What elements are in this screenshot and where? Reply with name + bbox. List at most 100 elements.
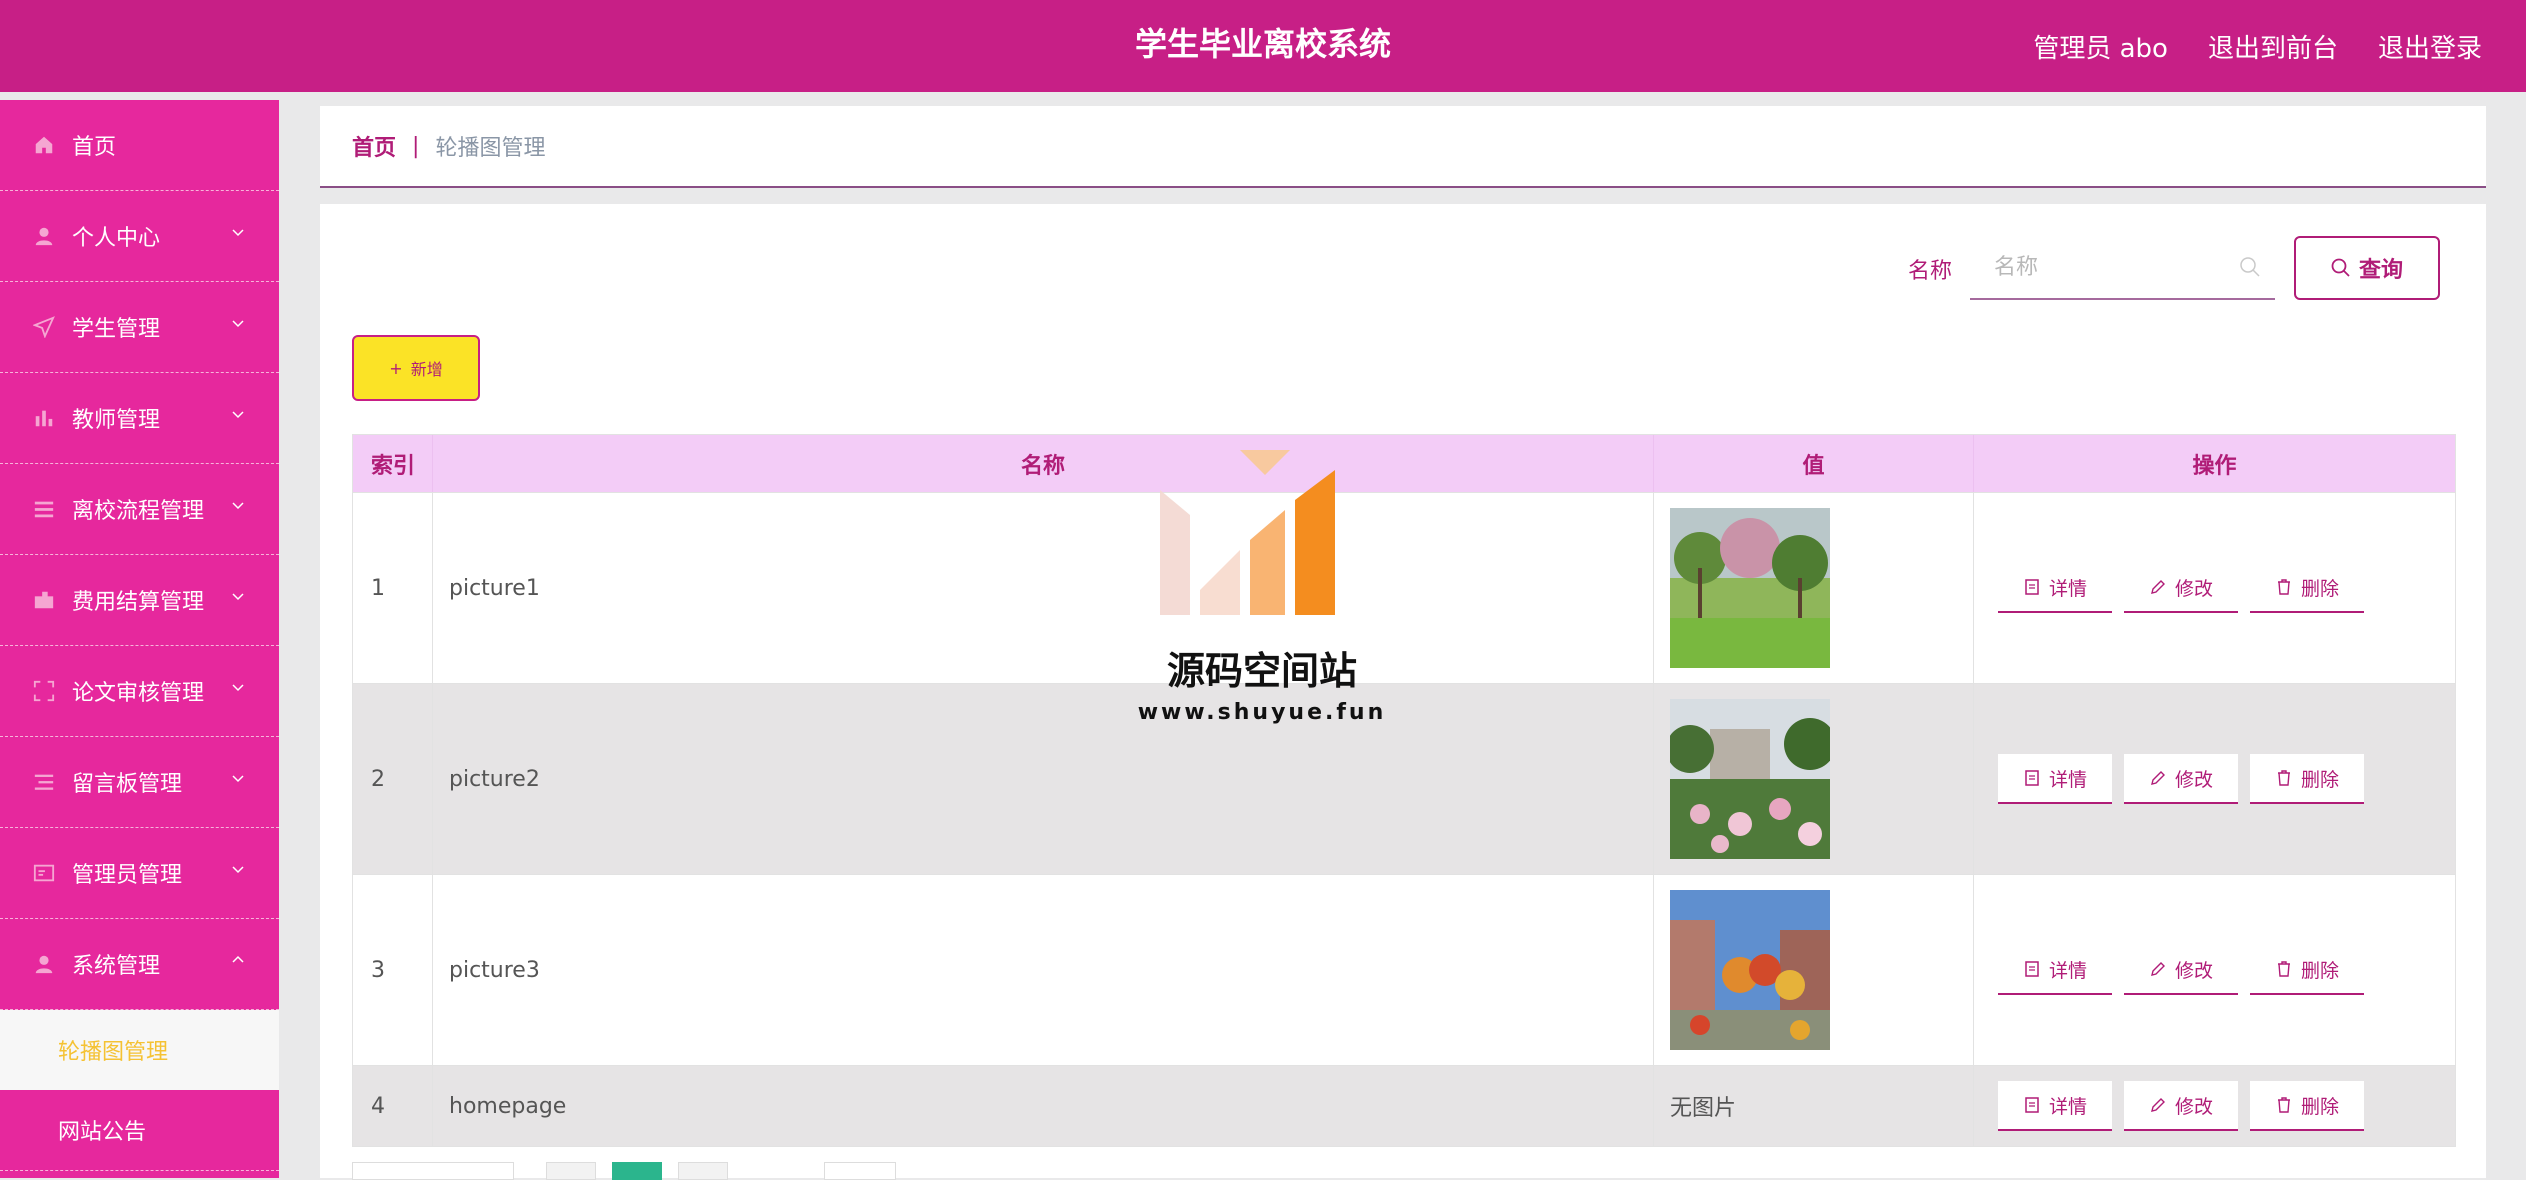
user-icon <box>32 224 56 248</box>
document-icon <box>2025 1097 2039 1113</box>
delete-button-label: 删除 <box>2300 959 2339 982</box>
breadcrumb-current: 轮播图管理 <box>435 136 546 161</box>
column-header-value: 值 <box>1654 435 1974 492</box>
delete-button[interactable]: 删除 <box>2250 945 2364 995</box>
sidebar-item-label: 留言板管理 <box>72 772 183 797</box>
cell-name: picture3 <box>433 875 1654 1065</box>
cell-name: picture1 <box>433 493 1654 683</box>
breadcrumb: 首页 | 轮播图管理 <box>320 106 2486 188</box>
page-number-current[interactable] <box>612 1162 662 1180</box>
add-button[interactable]: + 新增 <box>352 335 480 401</box>
edit-icon <box>2151 771 2165 785</box>
detail-button[interactable]: 详情 <box>1998 754 2112 804</box>
chevron-down-icon <box>232 502 244 510</box>
edit-button-label: 修改 <box>2174 1095 2213 1118</box>
sidebar-item-admin-management[interactable]: 管理员管理 <box>0 828 279 919</box>
delete-button[interactable]: 删除 <box>2250 754 2364 804</box>
table-row: 4 homepage 无图片 详情 修改 删除 <box>353 1065 2455 1146</box>
sidebar-item-label: 个人中心 <box>72 226 161 251</box>
sidebar-item-fee-settlement[interactable]: 费用结算管理 <box>0 555 279 646</box>
edit-button[interactable]: 修改 <box>2124 563 2238 613</box>
edit-button[interactable]: 修改 <box>2124 754 2238 804</box>
exit-to-front-link[interactable]: 退出到前台 <box>2208 28 2338 65</box>
table-row: 3 picture3 详情 修改 删除 <box>353 874 2455 1065</box>
add-button-label: 新增 <box>410 360 443 379</box>
page-jump-input[interactable] <box>824 1162 896 1180</box>
table-row: 1 picture1 详情 修改 删除 <box>353 492 2455 683</box>
plus-icon: + <box>389 358 403 378</box>
carousel-thumbnail-image <box>1670 508 1830 668</box>
edit-icon <box>2151 1098 2165 1112</box>
edit-button-label: 修改 <box>2174 577 2213 600</box>
sidebar-subitem-carousel[interactable]: 轮播图管理 <box>0 1010 279 1090</box>
chevron-down-icon <box>232 593 244 601</box>
cell-name: homepage <box>433 1066 1654 1146</box>
edit-button[interactable]: 修改 <box>2124 945 2238 995</box>
table-row: 2 picture2 详情 修改 删除 <box>353 683 2455 874</box>
logout-link[interactable]: 退出登录 <box>2378 28 2482 65</box>
carousel-thumbnail-image <box>1670 890 1830 1050</box>
cell-index: 1 <box>353 493 433 683</box>
carousel-table: 索引 名称 值 操作 1 picture1 详情 修改 删除 2 picture… <box>352 434 2456 1147</box>
watermark-title: 源码空间站 <box>1166 649 1357 693</box>
pagination <box>352 1162 896 1180</box>
cell-actions: 详情 修改 删除 <box>1974 1066 2455 1146</box>
column-header-index: 索引 <box>353 435 433 492</box>
trash-icon <box>2277 1097 2290 1113</box>
sidebar-item-message-board[interactable]: 留言板管理 <box>0 737 279 828</box>
edit-button[interactable]: 修改 <box>2124 1081 2238 1131</box>
chevron-down-icon <box>232 684 244 692</box>
search-label: 名称 <box>1908 259 1953 284</box>
table-header: 索引 名称 值 操作 <box>353 435 2455 492</box>
page-size-select[interactable] <box>352 1162 514 1180</box>
cell-actions: 详情 修改 删除 <box>1974 493 2455 683</box>
home-icon <box>32 133 56 157</box>
trash-icon <box>2277 961 2290 977</box>
edit-icon <box>2151 580 2165 594</box>
chevron-up-icon <box>232 955 244 963</box>
sidebar-item-label: 学生管理 <box>72 317 161 342</box>
user-icon <box>32 952 56 976</box>
edit-button-label: 修改 <box>2174 768 2213 791</box>
prev-page-button[interactable] <box>546 1162 596 1180</box>
query-button[interactable]: 查询 <box>2294 236 2440 300</box>
sidebar-item-label: 首页 <box>72 135 117 160</box>
cell-index: 4 <box>353 1066 433 1146</box>
detail-button-label: 详情 <box>2048 577 2087 600</box>
scan-icon <box>32 679 56 703</box>
list-icon <box>32 497 56 521</box>
delete-button[interactable]: 删除 <box>2250 563 2364 613</box>
breadcrumb-separator: | <box>412 133 420 159</box>
sidebar-item-student-management[interactable]: 学生管理 <box>0 282 279 373</box>
next-page-button[interactable] <box>678 1162 728 1180</box>
send-icon <box>32 315 56 339</box>
sidebar-item-teacher-management[interactable]: 教师管理 <box>0 373 279 464</box>
detail-button[interactable]: 详情 <box>1998 1081 2112 1131</box>
sidebar-item-system-management[interactable]: 系统管理 <box>0 919 279 1010</box>
detail-button-label: 详情 <box>2048 1095 2087 1118</box>
search-input[interactable] <box>1970 236 2256 298</box>
chevron-down-icon <box>232 775 244 783</box>
sidebar-item-label: 管理员管理 <box>72 863 183 888</box>
detail-button-label: 详情 <box>2048 959 2087 982</box>
sidebar-subitem-announcement[interactable]: 网站公告 <box>0 1090 279 1171</box>
sidebar-item-personal-center[interactable]: 个人中心 <box>0 191 279 282</box>
sidebar-item-home[interactable]: 首页 <box>0 100 279 191</box>
sidebar-item-label: 论文审核管理 <box>72 681 205 706</box>
chevron-down-icon <box>232 866 244 874</box>
sidebar-item-leaving-process[interactable]: 离校流程管理 <box>0 464 279 555</box>
search-box <box>1970 236 2275 300</box>
cell-value <box>1654 684 1974 874</box>
chevron-down-icon <box>232 320 244 328</box>
sidebar-item-label: 离校流程管理 <box>72 499 205 524</box>
detail-button[interactable]: 详情 <box>1998 563 2112 613</box>
column-header-actions: 操作 <box>2192 453 2237 479</box>
detail-button[interactable]: 详情 <box>1998 945 2112 995</box>
cell-value <box>1654 875 1974 1065</box>
breadcrumb-home[interactable]: 首页 <box>352 130 396 162</box>
trash-icon <box>2277 770 2290 786</box>
cell-actions: 详情 修改 删除 <box>1974 684 2455 874</box>
delete-button[interactable]: 删除 <box>2250 1081 2364 1131</box>
sidebar-item-thesis-review[interactable]: 论文审核管理 <box>0 646 279 737</box>
delete-button-label: 删除 <box>2300 577 2339 600</box>
